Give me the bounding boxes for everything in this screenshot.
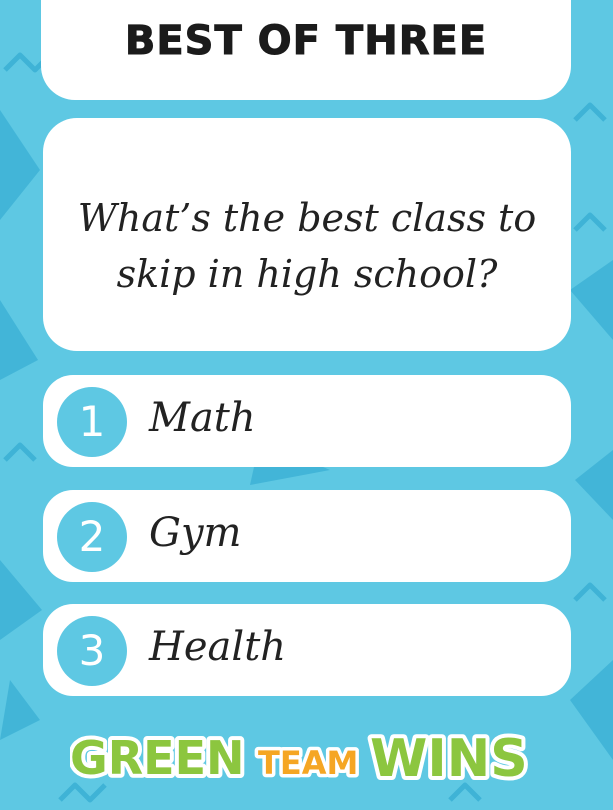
option-number-badge: 3 [57, 616, 127, 686]
option-label: Math [149, 395, 256, 441]
option-number-badge: 1 [57, 387, 127, 457]
title-card: BEST OF THREE [41, 0, 571, 100]
logo-word-team: TEAM [258, 744, 358, 782]
option-2-button[interactable]: 2 Gym [43, 490, 571, 582]
logo-word-wins: WINS [370, 729, 528, 789]
question-card: What’s the best class to skip in high sc… [43, 118, 571, 351]
option-1-button[interactable]: 1 Math [43, 375, 571, 467]
question-text: What’s the best class to skip in high sc… [77, 196, 537, 296]
option-3-button[interactable]: 3 Health [43, 604, 571, 696]
game-title: BEST OF THREE [124, 18, 488, 65]
option-label: Gym [149, 510, 242, 556]
option-label: Health [149, 624, 287, 670]
green-team-wins-logo: GREEN TEAM WINS [70, 725, 532, 790]
option-number-badge: 2 [57, 502, 127, 572]
logo-word-green: GREEN [70, 731, 245, 785]
